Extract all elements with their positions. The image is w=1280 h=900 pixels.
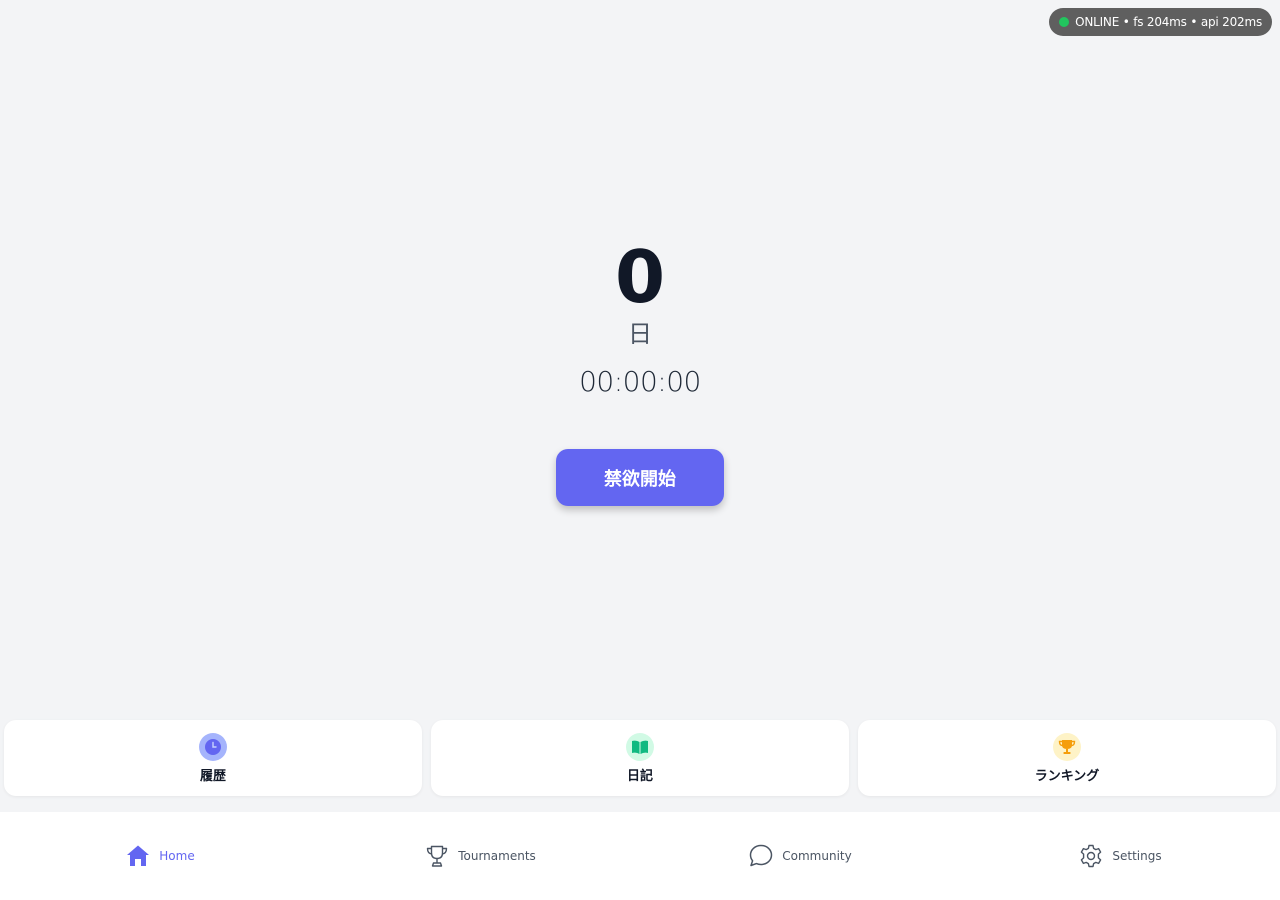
quick-actions: 履歴 日記 ランキング xyxy=(4,720,1276,796)
nav-item-settings-label: Settings xyxy=(1112,849,1162,863)
ranking-card-label: ランキング xyxy=(1034,768,1100,784)
history-card[interactable]: 履歴 xyxy=(4,720,422,796)
abstinence-counter: 0 日 00:00:00 禁欲開始 xyxy=(0,235,1280,506)
diary-card[interactable]: 日記 xyxy=(431,720,849,796)
connection-status-pill: ONLINE • fs 204ms • api 202ms xyxy=(1049,8,1272,36)
nav-item-community-label: Community xyxy=(782,849,852,863)
day-count: 0 xyxy=(614,235,666,319)
diary-card-label: 日記 xyxy=(626,768,653,784)
chat-bubble-icon xyxy=(748,843,774,869)
history-card-label: 履歴 xyxy=(199,768,226,784)
online-status-dot-icon xyxy=(1059,17,1070,27)
ranking-card[interactable]: ランキング xyxy=(858,720,1276,796)
gear-icon xyxy=(1078,843,1104,869)
nav-item-home[interactable]: Home xyxy=(0,843,320,869)
trophy-icon xyxy=(1053,732,1081,761)
nav-item-home-label: Home xyxy=(159,849,195,863)
trophy-outline-icon xyxy=(424,843,450,869)
bottom-navigation: Home Tournaments Community Settings xyxy=(0,812,1280,900)
start-abstinence-button[interactable]: 禁欲開始 xyxy=(556,449,724,506)
connection-status-text: ONLINE • fs 204ms • api 202ms xyxy=(1075,15,1262,29)
nav-item-settings[interactable]: Settings xyxy=(960,843,1280,869)
home-icon xyxy=(125,843,151,869)
nav-item-tournaments-label: Tournaments xyxy=(458,849,536,863)
nav-item-community[interactable]: Community xyxy=(640,843,960,869)
nav-item-tournaments[interactable]: Tournaments xyxy=(320,843,640,869)
book-icon xyxy=(626,732,654,761)
clock-icon xyxy=(199,732,227,761)
elapsed-time: 00:00:00 xyxy=(579,365,701,398)
day-unit-label: 日 xyxy=(628,320,652,348)
